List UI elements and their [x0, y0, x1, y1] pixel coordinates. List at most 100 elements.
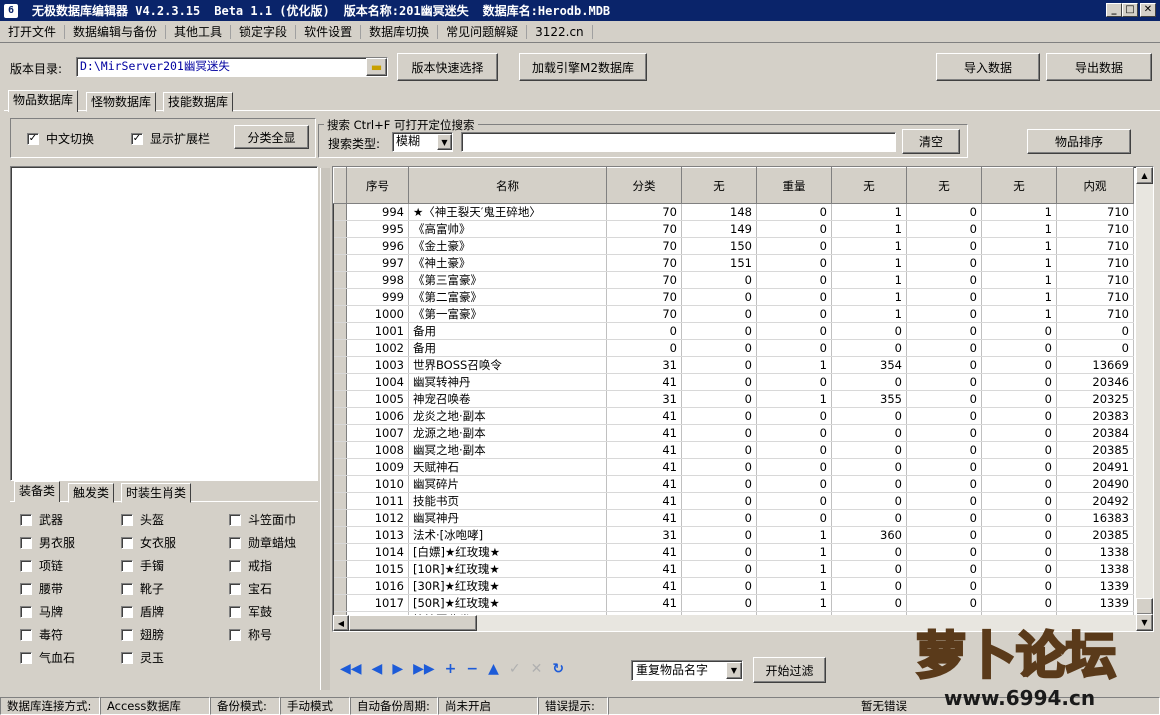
table-cell[interactable]: 41 — [606, 560, 682, 578]
table-cell[interactable]: [白嫖]★红玫瑰★ — [408, 543, 607, 561]
scroll-thumb[interactable] — [1136, 598, 1153, 615]
table-cell[interactable]: 世界BOSS召唤令 — [408, 356, 607, 374]
table-cell[interactable]: 710 — [1056, 271, 1134, 289]
table-cell[interactable]: 1014 — [346, 543, 409, 561]
table-cell[interactable]: 《第三富豪》 — [408, 271, 607, 289]
category-checkbox[interactable]: 武器 — [20, 511, 63, 528]
category-checkbox[interactable]: 男衣服 — [20, 534, 75, 551]
table-cell[interactable]: 70 — [606, 237, 682, 255]
table-cell[interactable]: 1 — [981, 271, 1057, 289]
table-cell[interactable]: 0 — [681, 509, 757, 527]
table-cell[interactable]: 《第一富豪》 — [408, 305, 607, 323]
table-cell[interactable]: 0 — [681, 475, 757, 493]
table-cell[interactable]: 1013 — [346, 526, 409, 544]
table-cell[interactable]: 151 — [681, 254, 757, 272]
menu-item-3[interactable]: 锁定字段 — [231, 24, 297, 39]
table-cell[interactable]: 20385 — [1056, 441, 1134, 459]
category-checkbox[interactable]: 马牌 — [20, 603, 63, 620]
table-row[interactable]: 1009 天赋神石 41 0 0 0 0 0 20491 — [333, 458, 1134, 476]
load-engine-button[interactable]: 加载引擎M2数据库 — [519, 53, 647, 81]
category-all-button[interactable]: 分类全显 — [234, 125, 309, 149]
table-cell[interactable]: 20346 — [1056, 373, 1134, 391]
table-cell[interactable]: 0 — [906, 407, 982, 425]
table-cell[interactable]: 31 — [606, 356, 682, 374]
table-cell[interactable]: 70 — [606, 271, 682, 289]
scroll-up-icon[interactable]: ▲ — [1136, 167, 1153, 184]
table-cell[interactable]: 0 — [756, 220, 832, 238]
table-cell[interactable]: 0 — [681, 577, 757, 595]
table-cell[interactable]: 1012 — [346, 509, 409, 527]
table-cell[interactable]: 1338 — [1056, 560, 1134, 578]
export-button[interactable]: 导出数据 — [1046, 53, 1152, 81]
refresh-icon[interactable]: ↻ — [552, 661, 564, 677]
table-cell[interactable]: 0 — [906, 594, 982, 612]
table-row[interactable]: 1001 备用 0 0 0 0 0 0 0 — [333, 322, 1134, 340]
table-cell[interactable]: 技能书页 — [408, 492, 607, 510]
table-cell[interactable]: 0 — [906, 220, 982, 238]
table-row[interactable]: 999 《第二富豪》 70 0 0 1 0 1 710 — [333, 288, 1134, 306]
table-row[interactable]: 1000 《第一富豪》 70 0 0 1 0 1 710 — [333, 305, 1134, 323]
table-cell[interactable]: 1 — [981, 288, 1057, 306]
chinese-toggle-checkbox[interactable]: ✓ 中文切换 — [27, 130, 94, 147]
table-cell[interactable]: 0 — [756, 203, 832, 221]
table-cell[interactable]: 0 — [756, 509, 832, 527]
table-cell[interactable]: 1 — [756, 390, 832, 408]
delete-record-icon[interactable]: − — [466, 661, 478, 677]
category-checkbox[interactable]: 军鼓 — [229, 603, 272, 620]
table-cell[interactable]: 0 — [831, 322, 907, 340]
table-cell[interactable]: 0 — [756, 305, 832, 323]
table-cell[interactable]: 幽冥转神丹 — [408, 373, 607, 391]
table-cell[interactable]: 1006 — [346, 407, 409, 425]
table-cell[interactable]: 0 — [681, 271, 757, 289]
close-button[interactable]: ✕ — [1140, 3, 1156, 17]
table-cell[interactable]: 710 — [1056, 220, 1134, 238]
table-cell[interactable]: 0 — [906, 271, 982, 289]
table-row[interactable]: 1006 龙炎之地·副本 41 0 0 0 0 0 20383 — [333, 407, 1134, 425]
table-cell[interactable]: 0 — [831, 373, 907, 391]
column-header[interactable]: 重量 — [756, 167, 832, 204]
category-checkbox[interactable]: 女衣服 — [121, 534, 176, 551]
table-cell[interactable]: 16383 — [1056, 509, 1134, 527]
table-cell[interactable]: 20384 — [1056, 424, 1134, 442]
table-cell[interactable]: 355 — [831, 390, 907, 408]
table-cell[interactable]: 1015 — [346, 560, 409, 578]
cat-tab-fashion[interactable]: 时装生肖类 — [121, 483, 192, 503]
table-row[interactable]: 1002 备用 0 0 0 0 0 0 0 — [333, 339, 1134, 357]
table-cell[interactable]: 0 — [906, 373, 982, 391]
table-row[interactable]: 1007 龙源之地·副本 41 0 0 0 0 0 20384 — [333, 424, 1134, 442]
table-cell[interactable]: 20490 — [1056, 475, 1134, 493]
table-cell[interactable]: 0 — [906, 424, 982, 442]
table-cell[interactable]: 0 — [906, 441, 982, 459]
table-cell[interactable]: 幽冥碎片 — [408, 475, 607, 493]
table-cell[interactable]: 0 — [681, 356, 757, 374]
tab-items[interactable]: 物品数据库 — [8, 90, 79, 112]
table-cell[interactable]: 354 — [831, 356, 907, 374]
table-cell[interactable]: 0 — [981, 373, 1057, 391]
table-cell[interactable]: 0 — [981, 492, 1057, 510]
table-row[interactable]: 1003 世界BOSS召唤令 31 0 1 354 0 0 13669 — [333, 356, 1134, 374]
table-cell[interactable]: 1338 — [1056, 543, 1134, 561]
category-checkbox[interactable]: 项链 — [20, 557, 63, 574]
table-cell[interactable]: 710 — [1056, 203, 1134, 221]
table-cell[interactable]: 70 — [606, 254, 682, 272]
table-cell[interactable]: 1 — [756, 577, 832, 595]
table-cell[interactable]: 1 — [981, 305, 1057, 323]
category-checkbox[interactable]: 称号 — [229, 626, 272, 643]
table-cell[interactable]: 幽冥之地·副本 — [408, 441, 607, 459]
table-cell[interactable]: 《神土豪》 — [408, 254, 607, 272]
table-cell[interactable]: 0 — [681, 390, 757, 408]
table-cell[interactable]: 31 — [606, 390, 682, 408]
table-cell[interactable]: 1 — [831, 220, 907, 238]
table-row[interactable]: 1010 幽冥碎片 41 0 0 0 0 0 20490 — [333, 475, 1134, 493]
category-checkbox[interactable]: 戒指 — [229, 557, 272, 574]
insert-record-icon[interactable]: + — [445, 661, 457, 677]
table-cell[interactable]: 0 — [981, 577, 1057, 595]
table-cell[interactable]: 1 — [756, 594, 832, 612]
table-cell[interactable]: 41 — [606, 475, 682, 493]
next-record-icon[interactable]: ▶ — [392, 661, 403, 677]
table-row[interactable]: 1012 幽冥神丹 41 0 0 0 0 0 16383 — [333, 509, 1134, 527]
table-cell[interactable]: 0 — [831, 441, 907, 459]
hscroll-thumb[interactable] — [349, 615, 477, 631]
table-cell[interactable]: 0 — [981, 424, 1057, 442]
table-cell[interactable]: 41 — [606, 441, 682, 459]
